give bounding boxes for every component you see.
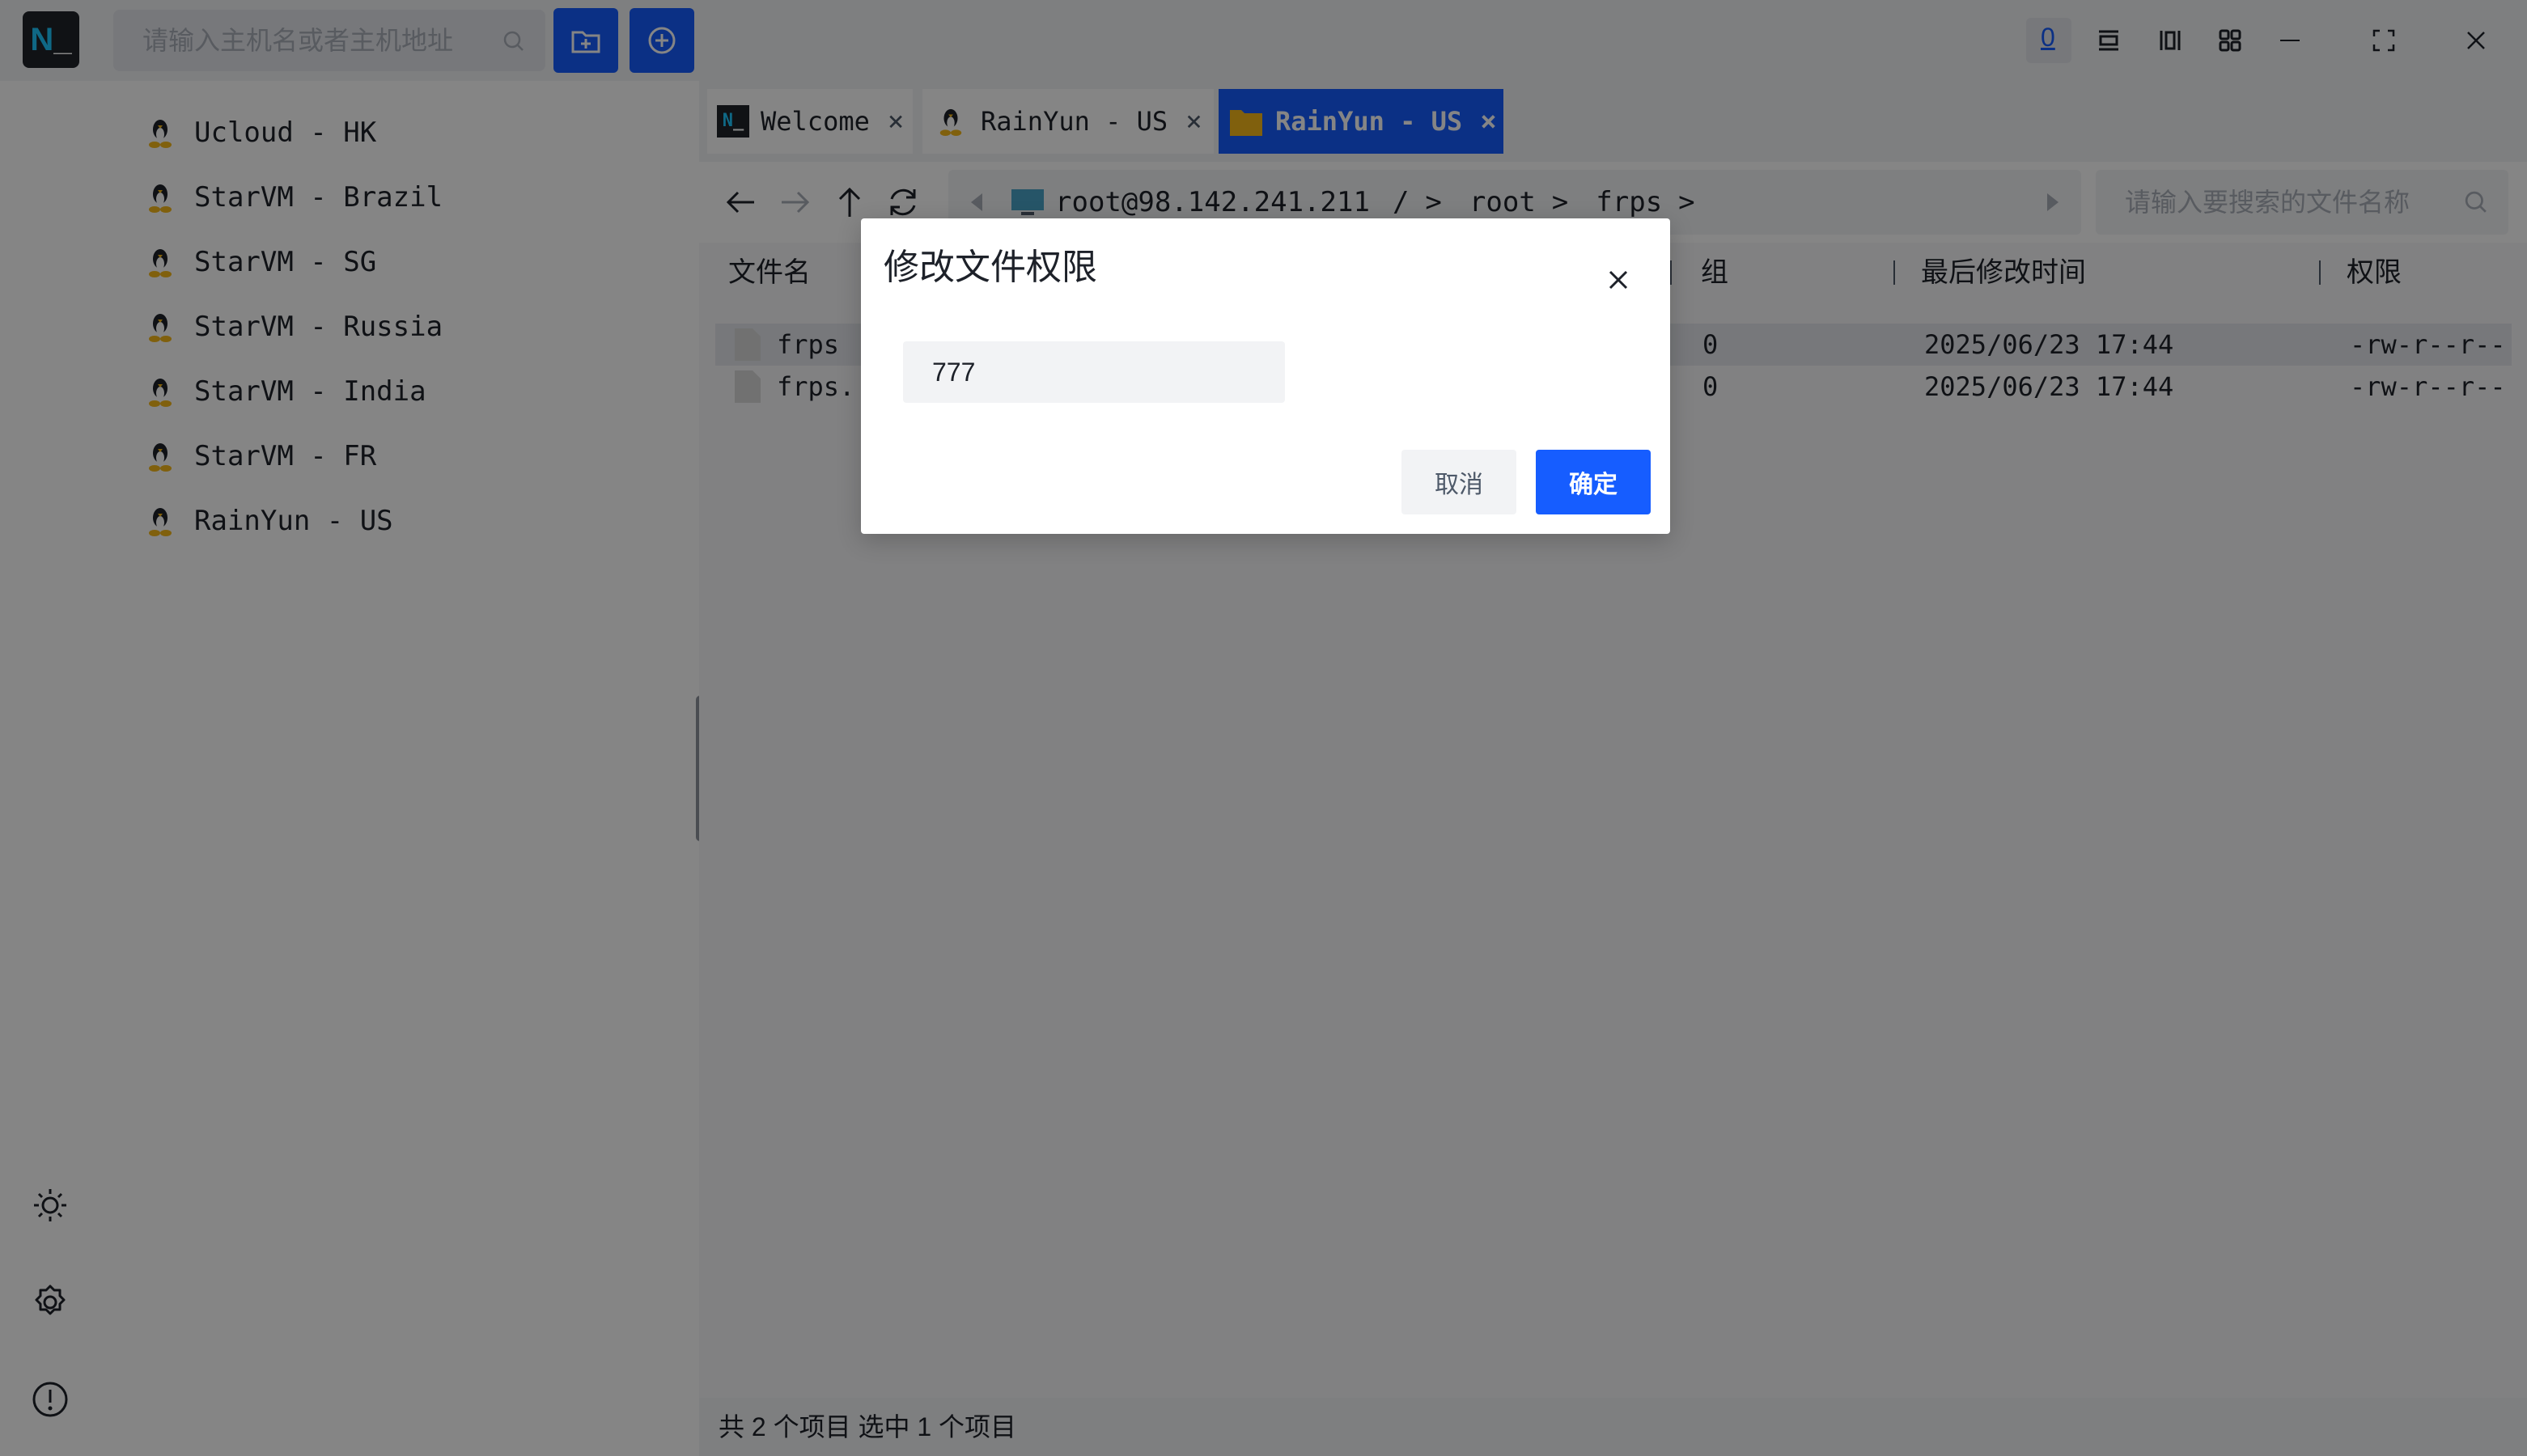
dialog-title: 修改文件权限 [884,248,1097,287]
cancel-button[interactable]: 取消 [1401,450,1516,514]
confirm-button[interactable]: 确定 [1536,450,1651,514]
change-permissions-dialog: 修改文件权限 取消 确定 [861,218,1670,534]
permission-input[interactable] [903,341,1285,403]
close-icon[interactable] [1596,257,1641,303]
